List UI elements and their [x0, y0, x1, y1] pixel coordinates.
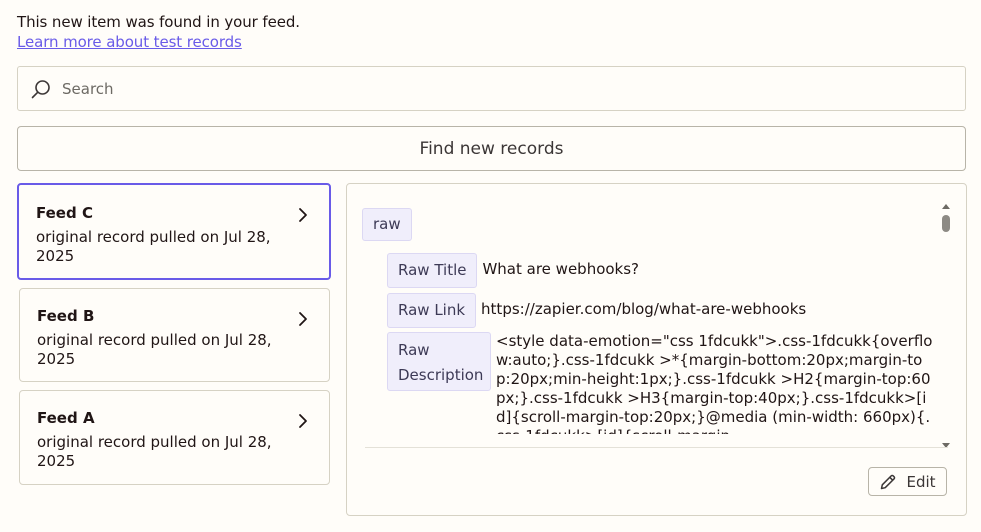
scrollbar-thumb[interactable]	[942, 215, 950, 232]
feed-name: Feed A	[37, 409, 95, 427]
edit-button[interactable]: Edit	[868, 467, 947, 496]
feed-subtitle: original record pulled on Jul 28, 2025	[37, 433, 272, 470]
pencil-icon	[881, 474, 896, 489]
field-value: What are webhooks?	[482, 260, 640, 278]
edit-button-label: Edit	[906, 472, 936, 491]
search-input[interactable]	[62, 79, 942, 98]
search-box[interactable]	[17, 66, 966, 111]
feed-name: Feed B	[37, 307, 95, 325]
intro-message: This new item was found in your feed.	[17, 13, 300, 31]
scroll-up-arrow-icon[interactable]	[942, 204, 950, 209]
field-key: Raw Description	[387, 332, 491, 391]
divider	[365, 447, 948, 448]
feed-item-a[interactable]: Feed A original record pulled on Jul 28,…	[19, 390, 330, 485]
record-detail-panel: raw Raw Title What are webhooks? Raw Lin…	[346, 183, 967, 516]
field-row-raw-description: Raw Description <style data-emotion="css…	[387, 332, 936, 434]
field-value: <style data-emotion="css 1fdcukk">.css-1…	[496, 332, 933, 434]
learn-more-link[interactable]: Learn more about test records	[17, 33, 242, 51]
field-value: https://zapier.com/blog/what-are-webhook…	[481, 300, 807, 318]
feed-subtitle: original record pulled on Jul 28, 2025	[36, 228, 271, 265]
find-new-records-button[interactable]: Find new records	[17, 126, 966, 171]
feed-subtitle: original record pulled on Jul 28, 2025	[37, 331, 272, 368]
field-row-raw-link: Raw Link https://zapier.com/blog/what-ar…	[387, 293, 806, 328]
field-key: Raw Link	[387, 293, 477, 328]
field-row-raw-title: Raw Title What are webhooks?	[387, 253, 639, 288]
feed-name: Feed C	[36, 204, 93, 222]
chevron-right-icon	[299, 208, 307, 222]
field-key: Raw Title	[387, 253, 478, 288]
record-fields[interactable]: raw Raw Title What are webhooks? Raw Lin…	[362, 208, 937, 434]
group-label-chip: raw	[362, 208, 412, 241]
chevron-right-icon	[299, 312, 307, 326]
search-icon	[31, 79, 50, 98]
feed-item-c[interactable]: Feed C original record pulled on Jul 28,…	[17, 183, 331, 280]
chevron-right-icon	[299, 414, 307, 428]
vertical-scrollbar[interactable]	[941, 200, 951, 450]
feed-item-b[interactable]: Feed B original record pulled on Jul 28,…	[19, 288, 330, 382]
test-records-panel: This new item was found in your feed. Le…	[0, 0, 981, 532]
